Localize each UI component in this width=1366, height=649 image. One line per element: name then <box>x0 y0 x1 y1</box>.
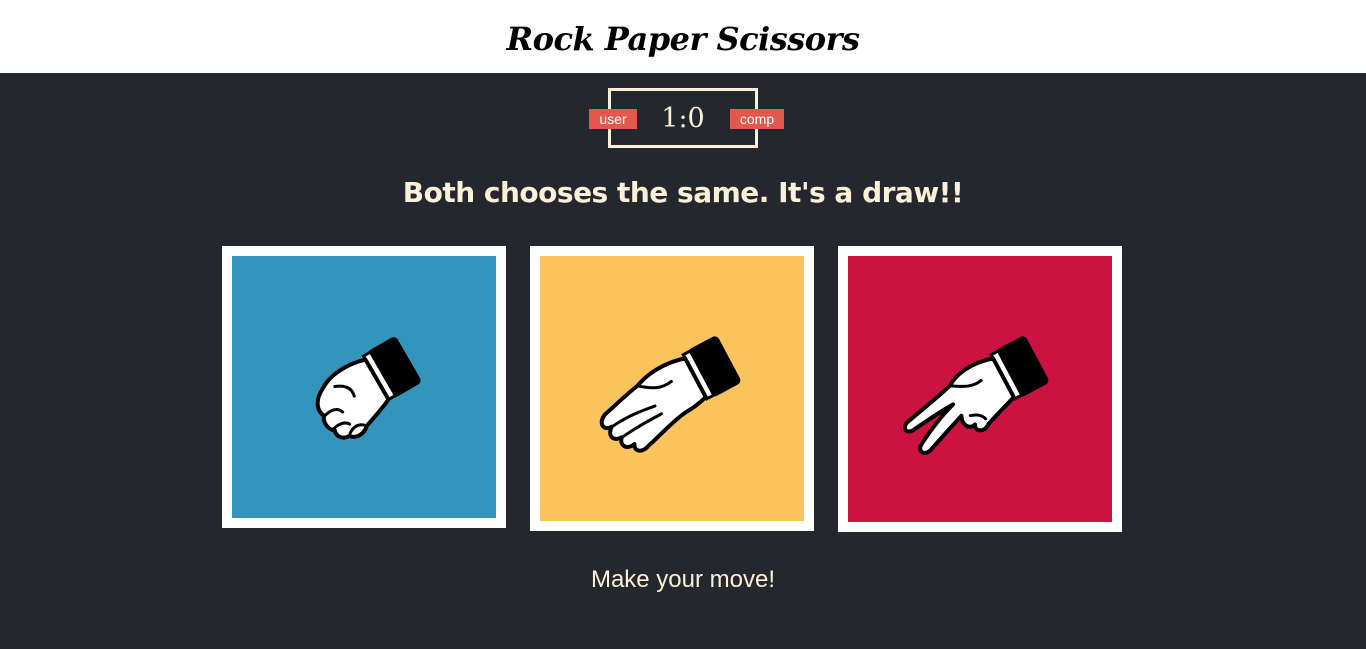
paper-choice-tile <box>540 256 804 521</box>
page-title: Rock Paper Scissors <box>506 19 860 58</box>
paper-hand-icon <box>599 335 741 453</box>
comp-score-badge: comp <box>730 109 784 129</box>
scissors-hand-icon <box>902 336 1049 455</box>
result-message: Both chooses the same. It's a draw!! <box>402 176 964 209</box>
score-display: 1:0 <box>661 102 705 134</box>
scissors-choice-button[interactable] <box>838 246 1122 532</box>
scoreboard: user 1:0 comp <box>589 88 784 148</box>
scissors-choice-tile <box>848 256 1112 522</box>
rock-hand-icon <box>315 337 421 440</box>
app-header: Rock Paper Scissors <box>0 0 1366 73</box>
paper-choice-button[interactable] <box>530 246 814 531</box>
user-score-badge: user <box>589 109 637 129</box>
rock-choice-button[interactable] <box>222 246 506 528</box>
move-prompt: Make your move! <box>590 566 776 593</box>
rock-choice-tile <box>232 256 496 518</box>
